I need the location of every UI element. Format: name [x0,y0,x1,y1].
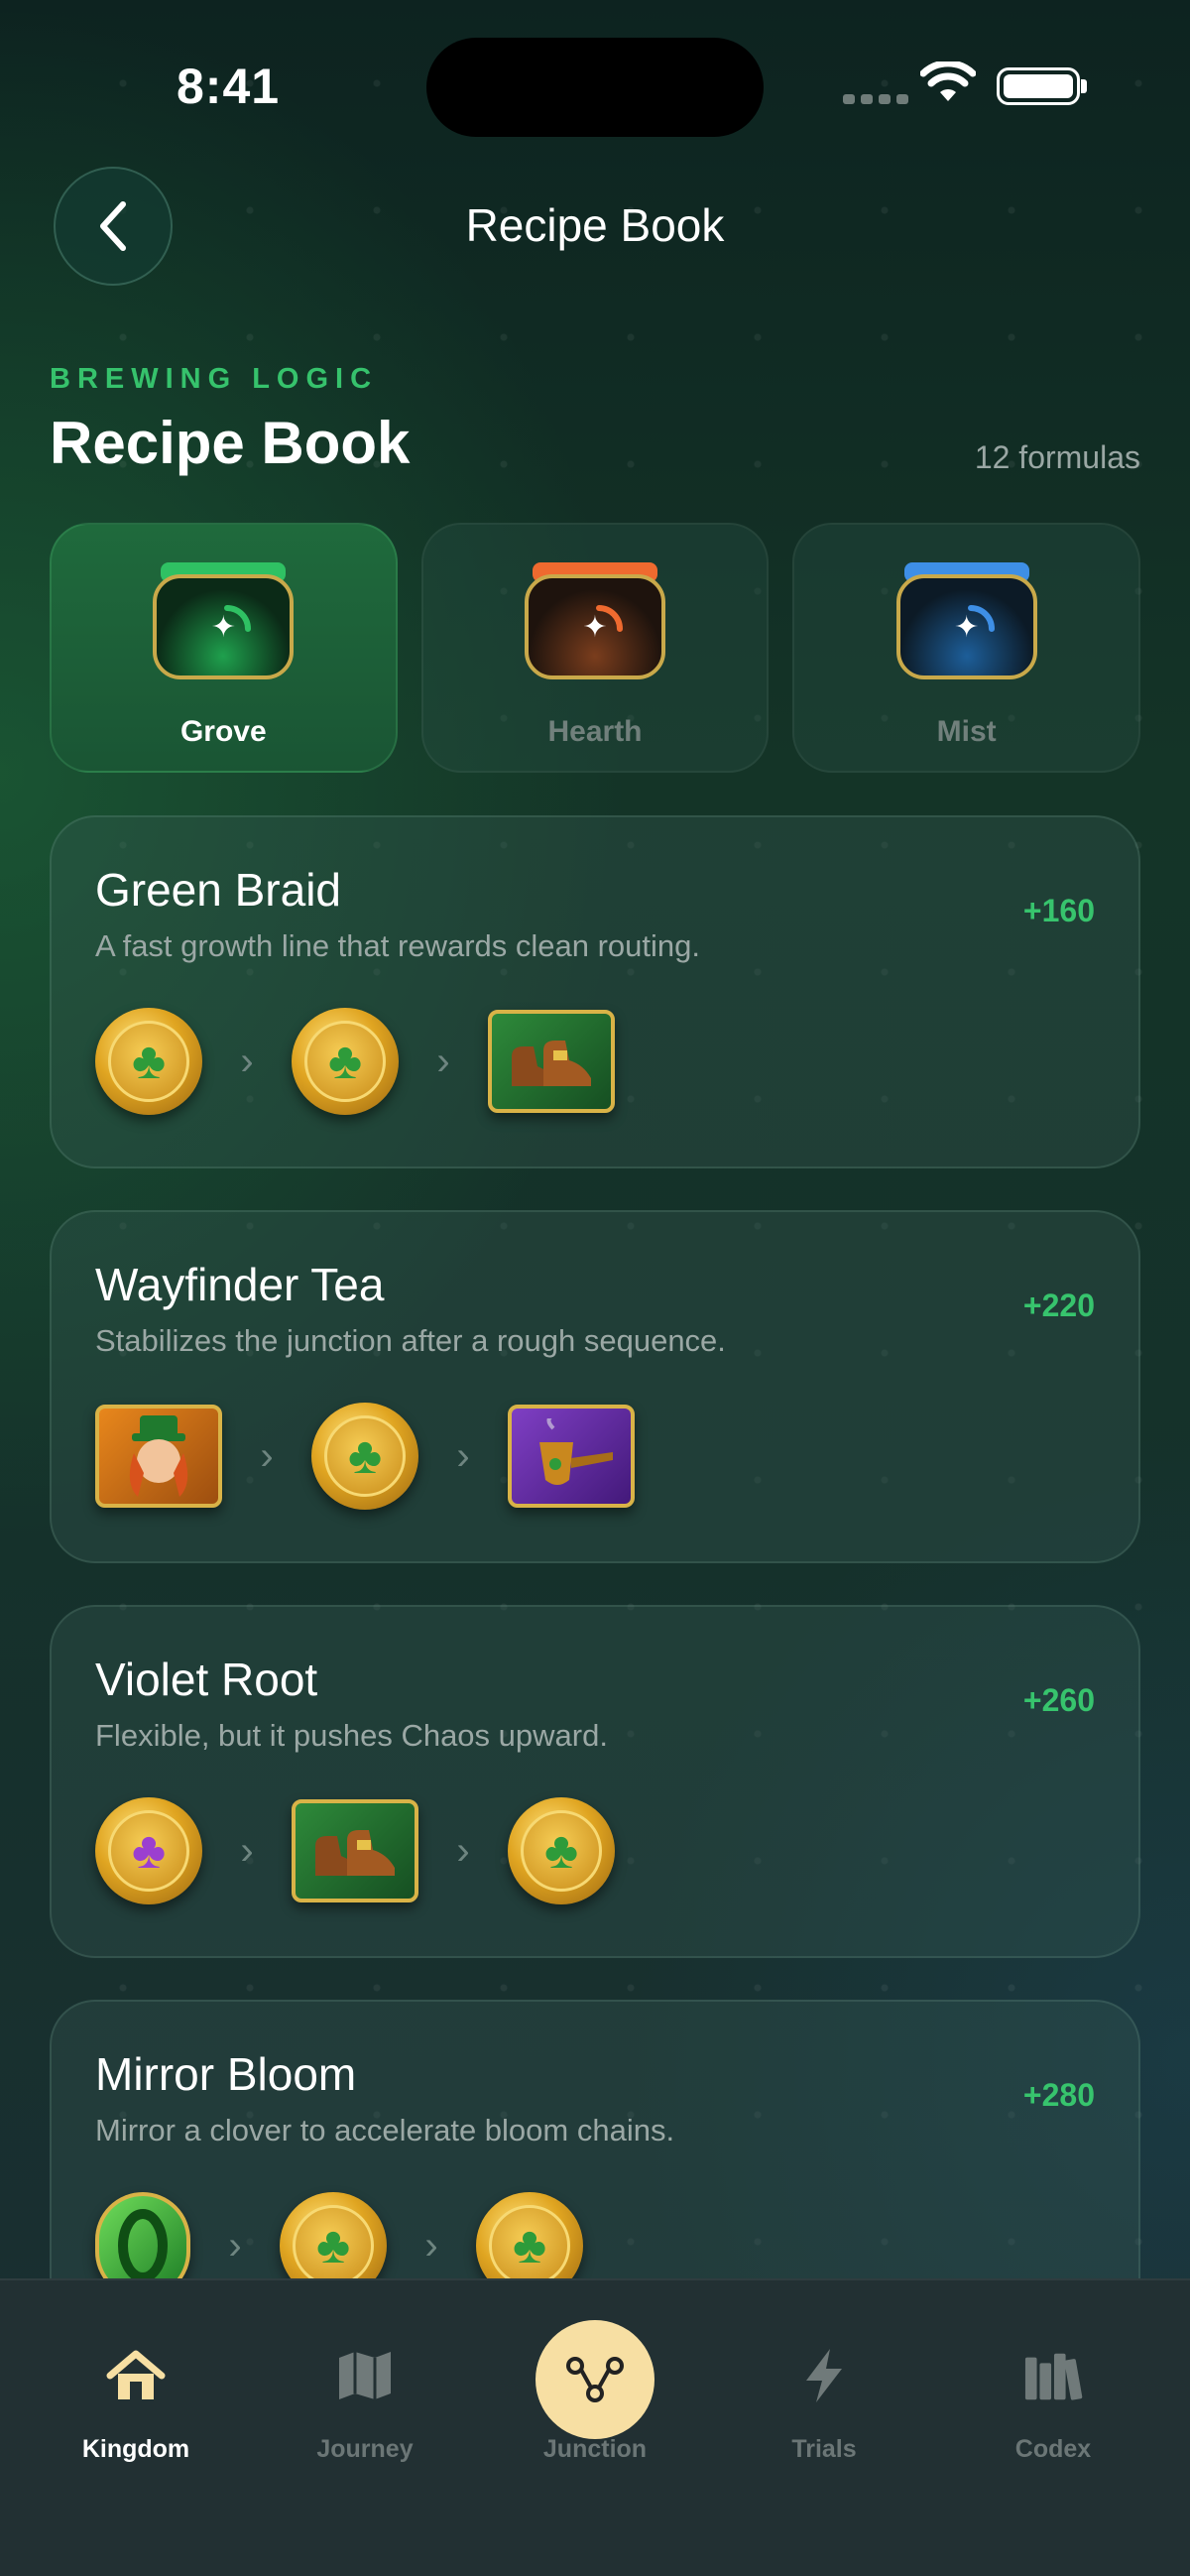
books-icon [1023,2346,1083,2405]
recipe-description: Flexible, but it pushes Chaos upward. [95,1718,608,1753]
tab-label: Journey [316,2435,414,2463]
boots-tile-icon [292,1799,418,1902]
gold-clover-coin-icon: ♣ [292,1008,399,1115]
recipe-card-green-braid[interactable]: Green Braid A fast growth line that rewa… [50,815,1140,1168]
cauldron-icon: ✦ [153,562,295,679]
recipe-card-mirror-bloom[interactable]: Mirror Bloom Mirror a clover to accelera… [50,2000,1140,2278]
signal-icon [843,94,908,104]
home-icon [106,2346,166,2405]
tab-grove[interactable]: ✦ Grove [50,523,398,773]
lightning-icon [794,2346,854,2405]
chevron-right-icon: › [240,1828,254,1873]
pipe-tile-icon [508,1405,635,1508]
boots-tile-icon [488,1010,615,1113]
tab-codex[interactable]: Codex [954,2280,1152,2469]
formula-count: 12 formulas [974,439,1140,475]
recipe-name: Green Braid [95,864,342,916]
recipe-chain: ♣ › ♣ › [95,1006,615,1117]
recipe-chain: › ♣ › ♣ [95,2190,583,2278]
tab-journey[interactable]: Journey [266,2280,464,2469]
recipe-points: +220 [1022,1288,1095,1323]
tab-junction[interactable]: Junction [496,2280,694,2469]
section-eyebrow: BREWING LOGIC [50,363,379,395]
tab-label: Mist [936,715,997,748]
gold-clover-coin-icon: ♣ [280,2192,387,2278]
cauldron-icon: ✦ [895,562,1037,679]
recipe-chain: ♣ › › ♣ [95,1795,615,1906]
recipe-name: Wayfinder Tea [95,1259,385,1310]
chevron-right-icon: › [424,2223,438,2268]
tab-label: Hearth [547,715,643,748]
tab-label: Junction [542,2435,648,2463]
recipe-chain: › ♣ › [95,1401,635,1512]
tab-label: Codex [1014,2435,1092,2463]
recipe-name: Mirror Bloom [95,2048,357,2100]
status-time: 8:41 [177,59,281,114]
recipe-description: A fast growth line that rewards clean ro… [95,928,700,963]
tab-trials[interactable]: Trials [725,2280,923,2469]
map-icon [335,2346,395,2405]
recipe-name: Violet Root [95,1654,318,1705]
status-bar: 8:41 [0,0,1190,149]
chevron-right-icon: › [240,1039,254,1083]
dynamic-island [426,38,764,137]
gold-clover-coin-icon: ♣ [95,1008,202,1115]
recipe-points: +160 [1022,893,1095,928]
wifi-icon [920,61,976,101]
category-tabs: ✦ Grove ✦ Hearth ✦ Mist [50,523,1141,773]
battery-cap [1081,79,1087,93]
bottom-tab-bar: Kingdom Journey Junction Trials Codex [0,2278,1190,2576]
tab-hearth[interactable]: ✦ Hearth [420,523,770,773]
tab-label: Grove [179,715,267,748]
chevron-right-icon: › [260,1433,274,1478]
recipe-list: Green Braid A fast growth line that rewa… [50,815,1140,2278]
tab-mist[interactable]: ✦ Mist [792,523,1141,773]
recipe-description: Mirror a clover to accelerate bloom chai… [95,2113,675,2147]
chevron-right-icon: › [456,1828,470,1873]
tab-label: Kingdom [81,2435,190,2463]
gold-clover-coin-icon: ♣ [476,2192,583,2278]
recipe-points: +280 [1022,2077,1095,2113]
chevron-right-icon: › [436,1039,450,1083]
gold-clover-coin-icon: ♣ [311,1403,418,1510]
chevron-right-icon: › [228,2223,242,2268]
leprechaun-tile-icon [95,1405,222,1508]
purple-clover-coin-icon: ♣ [95,1797,202,1904]
recipe-description: Stabilizes the junction after a rough se… [95,1323,726,1358]
recipe-card-wayfinder-tea[interactable]: Wayfinder Tea Stabilizes the junction af… [50,1210,1140,1563]
green-zero-coin-icon [95,2192,190,2278]
tab-label: Trials [791,2435,857,2463]
chevron-right-icon: › [456,1433,470,1478]
nav-title: Recipe Book [465,199,725,251]
cauldron-icon: ✦ [525,562,665,679]
junction-icon [536,2320,654,2439]
recipe-points: +260 [1022,1682,1095,1718]
page-title: Recipe Book [50,410,411,476]
battery-icon [997,67,1080,105]
tab-kingdom[interactable]: Kingdom [37,2280,235,2469]
recipe-card-violet-root[interactable]: Violet Root Flexible, but it pushes Chao… [50,1605,1140,1958]
gold-clover-coin-icon: ♣ [508,1797,615,1904]
